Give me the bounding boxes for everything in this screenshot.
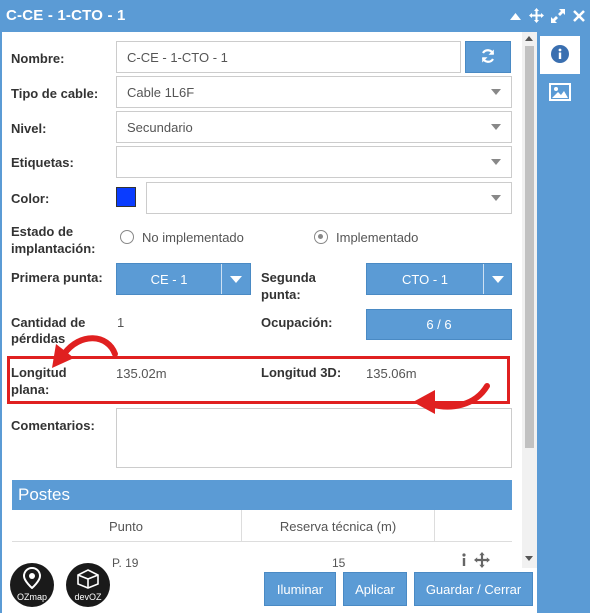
primera-punta-value: CE - 1: [150, 271, 188, 287]
ocupacion-button[interactable]: 6 / 6: [366, 309, 512, 340]
segunda-punta-label-line1: Segunda: [261, 270, 316, 285]
tipo-cable-value: Cable 1L6F: [127, 84, 195, 100]
title-icons: [508, 8, 586, 23]
chevron-up-icon[interactable]: [508, 8, 523, 23]
comentarios-label: Comentarios:: [11, 418, 95, 433]
nivel-select[interactable]: Secundario: [116, 111, 512, 143]
scroll-down-arrow-icon[interactable]: [525, 556, 533, 561]
chevron-down-icon: [491, 159, 501, 165]
guardar-cerrar-button[interactable]: Guardar / Cerrar: [414, 572, 533, 606]
aplicar-button[interactable]: Aplicar: [343, 572, 407, 606]
primera-punta-label: Primera punta:: [11, 270, 103, 285]
ozmap-logo: OZmap: [10, 563, 54, 607]
info-icon: [551, 44, 569, 66]
nivel-value: Secundario: [127, 119, 193, 135]
segunda-punta-value: CTO - 1: [402, 271, 448, 287]
chevron-down-icon: [491, 89, 501, 95]
close-icon[interactable]: [571, 8, 586, 23]
ozmap-logo-text: OZmap: [16, 592, 47, 602]
etiquetas-select[interactable]: [116, 146, 512, 178]
color-label: Color:: [11, 191, 50, 206]
table-header-row: Punto Reserva técnica (m): [12, 510, 512, 542]
devoz-logo-text: devOZ: [74, 592, 102, 602]
longitud-3d-label: Longitud 3D:: [261, 365, 342, 380]
chevron-down-icon[interactable]: [230, 276, 242, 283]
segunda-punta-select[interactable]: CTO - 1: [366, 263, 512, 295]
ocupacion-value: 6 / 6: [426, 317, 452, 332]
expand-icon[interactable]: [550, 8, 565, 23]
longitud-plana-label-line2: plana:: [11, 382, 50, 397]
tipo-cable-label: Tipo de cable:: [11, 86, 99, 101]
postes-title: Postes: [18, 485, 70, 504]
chevron-down-icon[interactable]: [492, 276, 504, 283]
image-icon: [549, 82, 571, 104]
cube-icon: [77, 569, 99, 589]
tab-info[interactable]: [540, 36, 580, 74]
scroll-up-arrow-icon[interactable]: [525, 36, 533, 41]
segunda-punta-label-line2: punta:: [261, 287, 301, 302]
chevron-down-icon: [491, 195, 501, 201]
aplicar-button-label: Aplicar: [355, 581, 395, 597]
nivel-label: Nivel:: [11, 121, 47, 136]
radio-no-implementado-label[interactable]: No implementado: [142, 230, 244, 246]
split-separator: [483, 264, 484, 294]
radio-no-implementado[interactable]: [120, 230, 134, 244]
map-pin-icon: [23, 567, 41, 589]
nombre-input[interactable]: C-CE - 1-CTO - 1: [116, 41, 461, 73]
tipo-cable-select[interactable]: Cable 1L6F: [116, 76, 512, 108]
guardar-cerrar-button-label: Guardar / Cerrar: [425, 581, 522, 597]
side-tab-bar: [537, 32, 590, 613]
color-swatch[interactable]: [116, 187, 136, 207]
primera-punta-select[interactable]: CE - 1: [116, 263, 251, 295]
ocupacion-label: Ocupación:: [261, 315, 333, 330]
refresh-name-button[interactable]: [465, 41, 511, 73]
refresh-icon: [480, 48, 496, 67]
column-header-punto[interactable]: Punto: [12, 510, 240, 542]
postes-section-header: Postes: [12, 480, 512, 510]
cable-dialog: C-CE - 1-CTO - 1 Nombre: C-CE - 1-CTO - …: [0, 0, 590, 613]
estado-label-line2: implantación:: [11, 241, 96, 256]
iluminar-button[interactable]: Iluminar: [264, 572, 336, 606]
tab-image[interactable]: [546, 80, 574, 106]
devoz-logo: devOZ: [66, 563, 110, 607]
annotation-arrow-right-icon: [413, 383, 490, 414]
etiquetas-label: Etiquetas:: [11, 155, 74, 170]
scroll-thumb[interactable]: [525, 46, 534, 448]
title-bar[interactable]: C-CE - 1-CTO - 1: [0, 0, 590, 32]
nombre-value: C-CE - 1-CTO - 1: [127, 49, 228, 65]
split-separator: [221, 264, 222, 294]
iluminar-button-label: Iluminar: [276, 581, 324, 597]
annotation-arrow-left-icon: [52, 335, 118, 368]
nombre-label: Nombre:: [11, 51, 65, 66]
window-title: C-CE - 1-CTO - 1: [6, 7, 126, 24]
content-scrollbar[interactable]: [522, 32, 537, 568]
column-header-reserva[interactable]: Reserva técnica (m): [242, 510, 434, 542]
estado-label-line1: Estado de: [11, 224, 74, 239]
chevron-down-icon: [491, 124, 501, 130]
color-select[interactable]: [146, 182, 512, 214]
radio-implementado[interactable]: [314, 230, 328, 244]
move-icon[interactable]: [529, 8, 544, 23]
column-divider: [434, 510, 435, 542]
radio-implementado-label[interactable]: Implementado: [336, 230, 418, 246]
